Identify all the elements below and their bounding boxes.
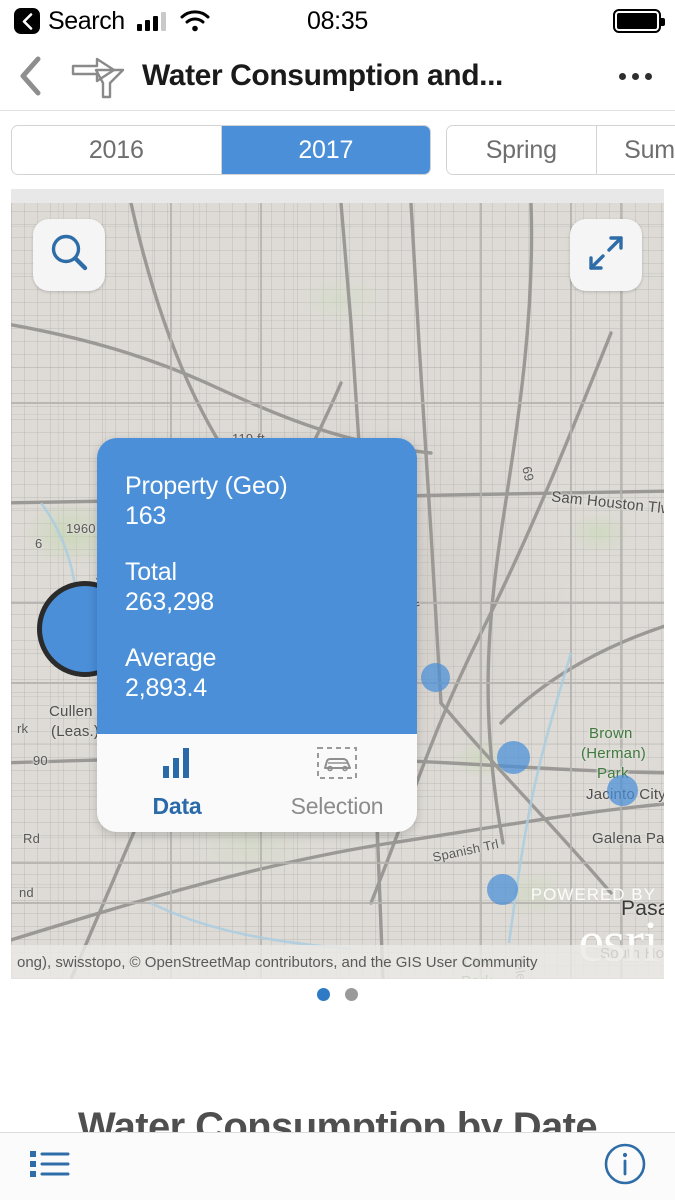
powered-by-label: POWERED BY: [530, 885, 656, 904]
map-label: (Leas.): [51, 723, 100, 740]
popup-field-label: Average: [125, 644, 217, 672]
arrow-into-funnel-icon[interactable]: [62, 50, 138, 102]
popup-tab-data[interactable]: Data: [97, 734, 257, 832]
popup-field-value: 263,298: [125, 587, 214, 616]
map-label: (Herman): [581, 745, 646, 762]
status-bar-right: [613, 9, 665, 33]
bar-chart-icon: [159, 746, 195, 785]
segment-spring[interactable]: Spring: [447, 126, 597, 174]
map-search-button[interactable]: [33, 219, 105, 291]
status-bar: Search 08:35: [0, 0, 675, 42]
map-label: Rd: [23, 831, 41, 846]
popup-tab-selection[interactable]: Selection: [257, 734, 417, 832]
map-marker[interactable]: [497, 741, 530, 774]
popup-fields: Property (Geo) 163 Total 263,298 Average…: [97, 438, 417, 734]
map-marker[interactable]: [487, 874, 518, 905]
season-segmented-control[interactable]: Spring Summer: [446, 125, 675, 175]
map-label: Galena Park: [592, 830, 664, 847]
vehicle-selection-icon: [316, 746, 358, 785]
map-attribution: ong), swisstopo, © OpenStreetMap contrib…: [11, 945, 664, 979]
map-label: rk: [17, 721, 29, 736]
pagination-dots: [0, 988, 675, 1001]
year-segmented-control[interactable]: 2016 2017: [11, 125, 431, 175]
back-button[interactable]: [0, 56, 62, 96]
filter-bar: 2016 2017 Spring Summer: [0, 111, 675, 189]
search-icon: [48, 232, 90, 279]
map-marker[interactable]: [421, 663, 450, 692]
map-card-top-edge: [11, 189, 664, 203]
info-circle-icon[interactable]: [603, 1142, 647, 1191]
list-icon[interactable]: [28, 1147, 72, 1186]
popup-field: Total 263,298: [125, 558, 389, 618]
battery-full-icon: [613, 9, 665, 33]
map-label: 90: [33, 753, 48, 768]
segment-2017[interactable]: 2017: [221, 126, 430, 174]
expand-arrows-icon: [585, 232, 627, 279]
bottom-toolbar: [0, 1132, 675, 1200]
nav-bar: Water Consumption and...: [0, 42, 675, 111]
popup-tabs: Data Selection: [97, 734, 417, 832]
popup-field-label: Property (Geo): [125, 472, 288, 500]
map-expand-button[interactable]: [570, 219, 642, 291]
feature-popup: Property (Geo) 163 Total 263,298 Average…: [97, 438, 417, 832]
popup-field-label: Total: [125, 558, 177, 586]
popup-field-value: 2,893.4: [125, 673, 208, 702]
status-bar-clock: 08:35: [306, 6, 369, 35]
popup-field-value: 163: [125, 501, 167, 530]
map-label: nd: [19, 885, 34, 900]
popup-field: Property (Geo) 163: [125, 472, 389, 532]
popup-tab-label: Selection: [290, 793, 384, 819]
segment-2016[interactable]: 2016: [12, 126, 222, 174]
pagination-dot-active[interactable]: [317, 988, 330, 1001]
map-marker[interactable]: [607, 775, 638, 806]
popup-field: Average 2,893.4: [125, 644, 389, 704]
map-label: 1960: [66, 521, 96, 536]
map-label: 69: [519, 465, 538, 483]
pagination-dot[interactable]: [345, 988, 358, 1001]
page-title: Water Consumption and...: [142, 59, 503, 92]
map-label: Brown: [589, 725, 633, 742]
more-options-icon[interactable]: [595, 72, 675, 80]
segment-summer[interactable]: Summer: [596, 126, 675, 174]
popup-tab-label: Data: [152, 793, 202, 819]
app-screen: Search 08:35 Water Consumption and... 20…: [0, 0, 675, 1200]
map-label: 6: [35, 536, 43, 551]
